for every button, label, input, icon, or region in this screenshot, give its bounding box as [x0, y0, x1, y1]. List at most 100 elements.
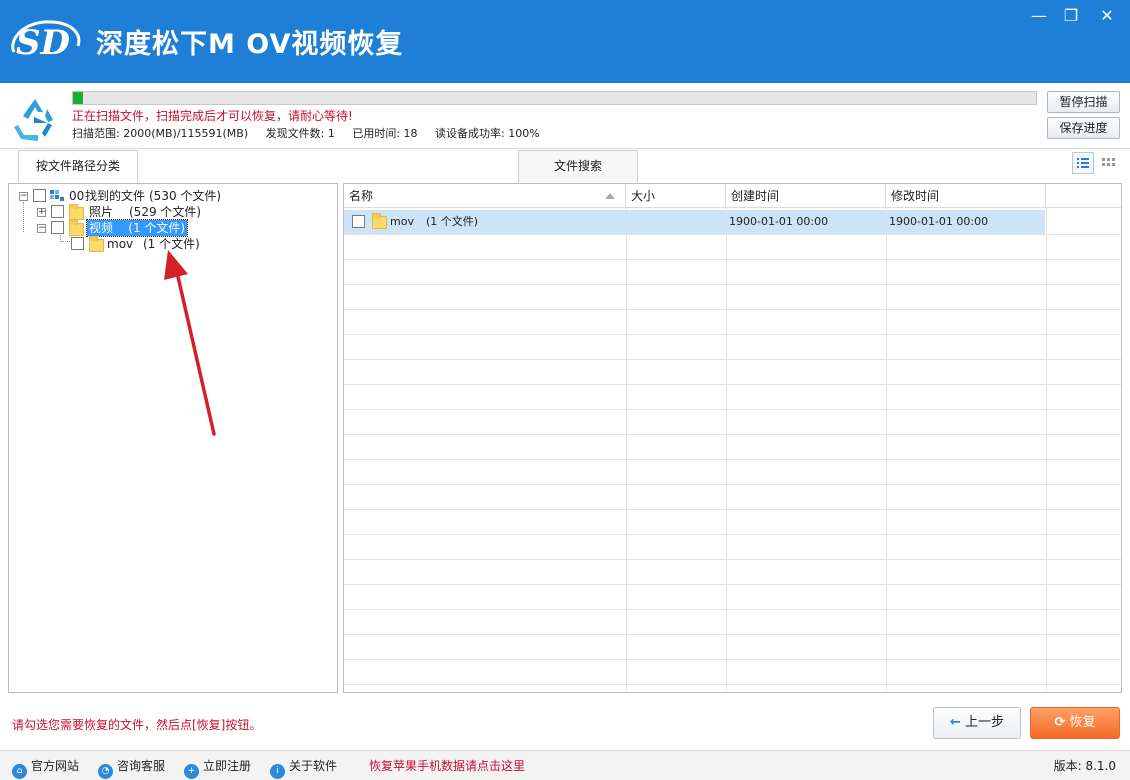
- grid-view-button[interactable]: [1098, 152, 1120, 174]
- close-button[interactable]: ✕: [1092, 4, 1122, 28]
- svg-text:SD: SD: [16, 23, 71, 63]
- restore-button[interactable]: ❐: [1056, 4, 1086, 28]
- grid-line: [344, 459, 1121, 460]
- expand-toggle[interactable]: +: [37, 208, 46, 217]
- tree-photos-label: 照片: [89, 204, 113, 220]
- read-success-rate: 读设备成功率: 100%: [435, 127, 540, 140]
- collapse-toggle[interactable]: −: [37, 224, 46, 233]
- about-link[interactable]: i关于软件: [270, 757, 337, 775]
- row-count: (1 个文件): [426, 210, 478, 234]
- grid-line: [344, 634, 1121, 635]
- grid-line: [344, 584, 1121, 585]
- folder-tree-panel: − 00 找到的文件 (530 个文件) + 照片 (529 个文件) − 视频…: [8, 183, 338, 693]
- register-link[interactable]: +立即注册: [184, 757, 251, 775]
- column-name[interactable]: 名称: [344, 184, 626, 208]
- version-label: 版本: 8.1.0: [1054, 757, 1116, 775]
- folder-icon: [69, 223, 84, 236]
- register-label: 立即注册: [203, 759, 251, 773]
- annotation-arrow-icon: [154, 244, 234, 444]
- grid-line: [344, 384, 1121, 385]
- collapse-toggle[interactable]: −: [19, 192, 28, 201]
- grid-line: [344, 309, 1121, 310]
- folder-icon: [372, 216, 387, 229]
- tab-file-search[interactable]: 文件搜索: [518, 150, 638, 182]
- column-created[interactable]: 创建时间: [726, 184, 886, 208]
- support-icon: ◔: [98, 764, 113, 779]
- column-name-label: 名称: [349, 189, 373, 203]
- tree-mov-label: mov: [107, 236, 133, 252]
- tree-checkbox[interactable]: [33, 189, 46, 202]
- pause-scan-button[interactable]: 暂停扫描: [1047, 91, 1120, 113]
- user-add-icon: +: [184, 764, 199, 779]
- grid-line: [344, 409, 1121, 410]
- grid-line: [344, 559, 1121, 560]
- grid-line: [344, 359, 1121, 360]
- column-divider: [886, 208, 887, 693]
- grid-line: [344, 259, 1121, 260]
- tree-checkbox[interactable]: [51, 205, 64, 218]
- grid-line: [344, 509, 1121, 510]
- file-table-panel: 名称 大小 创建时间 修改时间 mov (1 个文件) 1900-01-01 0…: [343, 183, 1122, 693]
- save-progress-button[interactable]: 保存进度: [1047, 117, 1120, 139]
- app-title: 深度松下M OV视频恢复: [96, 22, 403, 61]
- app-logo-icon: SD: [6, 14, 84, 66]
- title-bar: SD 深度松下M OV视频恢复 — ❐ ✕: [0, 0, 1130, 83]
- folder-icon: [89, 239, 104, 252]
- files-found: 发现文件数: 1: [266, 127, 335, 140]
- list-view-button[interactable]: [1072, 152, 1094, 174]
- recover-label: 恢复: [1070, 715, 1096, 730]
- scan-progress-bar: [72, 91, 1037, 105]
- tree-video-selected: 视频 (1 个文件): [87, 220, 187, 236]
- previous-step-button[interactable]: ← 上一步: [933, 707, 1021, 739]
- tree-checkbox[interactable]: [71, 237, 84, 250]
- tab-by-path[interactable]: 按文件路径分类: [18, 150, 138, 182]
- tree-root-prefix: 00: [69, 188, 84, 204]
- tree-node-photos[interactable]: + 照片 (529 个文件): [9, 204, 329, 220]
- info-icon: i: [270, 764, 285, 779]
- sort-ascending-icon: [605, 193, 615, 199]
- scan-status-area: 正在扫描文件，扫描完成后才可以恢复，请耐心等待! 扫描范围: 2000(MB)/…: [0, 83, 1130, 149]
- tree-node-root[interactable]: − 00 找到的文件 (530 个文件): [9, 188, 329, 204]
- table-header: 名称 大小 创建时间 修改时间: [344, 184, 1121, 208]
- minimize-button[interactable]: —: [1024, 4, 1054, 28]
- about-label: 关于软件: [289, 759, 337, 773]
- tree-node-video[interactable]: − 视频 (1 个文件): [9, 220, 329, 236]
- official-website-link[interactable]: ⌂官方网站: [12, 757, 79, 775]
- customer-support-label: 咨询客服: [117, 759, 165, 773]
- customer-support-link[interactable]: ◔咨询客服: [98, 757, 165, 775]
- grid-line: [344, 434, 1121, 435]
- arrow-left-icon: ←: [950, 715, 961, 730]
- tree-root-count: (530 个文件): [149, 188, 221, 204]
- refresh-icon: ⟳: [1054, 715, 1065, 730]
- column-size[interactable]: 大小: [626, 184, 726, 208]
- grid-line: [344, 609, 1121, 610]
- tree-checkbox[interactable]: [51, 221, 64, 234]
- tree-root-label: 找到的文件: [85, 188, 145, 204]
- grid-line: [344, 284, 1121, 285]
- previous-step-label: 上一步: [965, 715, 1004, 730]
- selection-hint: 请勾选您需要恢复的文件，然后点[恢复]按钮。: [12, 716, 261, 733]
- home-icon: ⌂: [12, 764, 27, 779]
- grid-line: [344, 484, 1121, 485]
- folder-icon: [69, 207, 84, 220]
- tree-video-count: (1 个文件): [128, 221, 185, 235]
- scan-message: 正在扫描文件，扫描完成后才可以恢复，请耐心等待!: [72, 107, 353, 124]
- grid-line: [344, 534, 1121, 535]
- row-checkbox[interactable]: [352, 215, 365, 228]
- grid-line: [344, 234, 1121, 235]
- grid-line: [344, 659, 1121, 660]
- iphone-recovery-promo-link[interactable]: 恢复苹果手机数据请点击这里: [369, 757, 525, 775]
- recover-button[interactable]: ⟳ 恢复: [1030, 707, 1120, 739]
- elapsed-time: 已用时间: 18: [352, 127, 417, 140]
- official-website-label: 官方网站: [31, 759, 79, 773]
- list-view-icon: [1073, 153, 1093, 173]
- footer-bar: ⌂官方网站 ◔咨询客服 +立即注册 i关于软件 恢复苹果手机数据请点击这里 版本…: [0, 750, 1130, 780]
- table-row[interactable]: mov (1 个文件) 1900-01-01 00:00 1900-01-01 …: [344, 210, 1045, 234]
- row-name: mov: [390, 210, 414, 234]
- scan-range: 扫描范围: 2000(MB)/115591(MB): [72, 127, 248, 140]
- grid-line: [344, 334, 1121, 335]
- scan-stats: 扫描范围: 2000(MB)/115591(MB) 发现文件数: 1 已用时间:…: [72, 125, 554, 141]
- column-modified[interactable]: 修改时间: [886, 184, 1046, 208]
- tree-video-label: 视频: [89, 221, 113, 235]
- grid-view-icon: [1099, 153, 1119, 173]
